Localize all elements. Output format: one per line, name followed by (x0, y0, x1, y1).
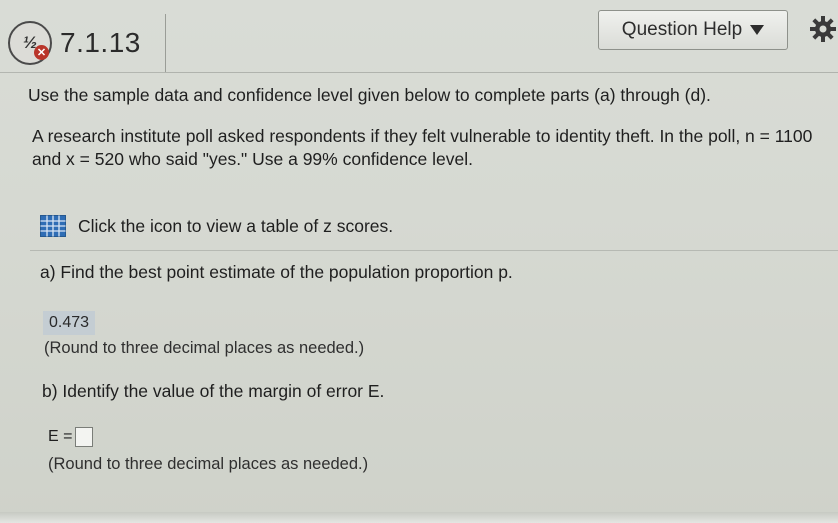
question-help-button[interactable]: Question Help (598, 10, 788, 50)
caret-down-icon (750, 25, 765, 35)
table-grid-icon[interactable] (40, 215, 66, 237)
z-table-link-label[interactable]: Click the icon to view a table of z scor… (78, 216, 393, 237)
instructions-text: Use the sample data and confidence level… (28, 85, 711, 105)
z-table-link[interactable]: Click the icon to view a table of z scor… (40, 215, 393, 237)
margin-of-error-input[interactable] (75, 427, 94, 447)
screen: ½ ✕ 7.1.13 Question Help Use the sample … (0, 0, 838, 523)
header-divider (165, 72, 838, 73)
margin-of-error-label: E = (48, 428, 73, 445)
gear-icon[interactable] (808, 14, 838, 44)
section-divider (30, 250, 838, 251)
margin-of-error-row: E = (48, 427, 94, 447)
part-a-answer[interactable]: 0.473 (43, 311, 96, 335)
part-a-rounding-note: (Round to three decimal places as needed… (44, 339, 365, 357)
part-b-rounding-note: (Round to three decimal places as needed… (48, 455, 369, 473)
part-a-prompt: a) Find the best point estimate of the p… (40, 262, 513, 282)
question-help-label: Question Help (621, 19, 743, 40)
problem-statement: A research institute poll asked responde… (32, 126, 813, 169)
part-b-prompt: b) Identify the value of the margin of e… (42, 381, 385, 401)
partial-credit-status-icon: ½ ✕ (8, 21, 52, 65)
question-id-box: ½ ✕ 7.1.13 (0, 14, 166, 73)
question-header: ½ ✕ 7.1.13 Question Help (0, 0, 838, 75)
question-number: 7.1.13 (60, 27, 141, 58)
bottom-toolbar-edge (0, 512, 838, 523)
incorrect-x-icon: ✕ (34, 45, 49, 60)
